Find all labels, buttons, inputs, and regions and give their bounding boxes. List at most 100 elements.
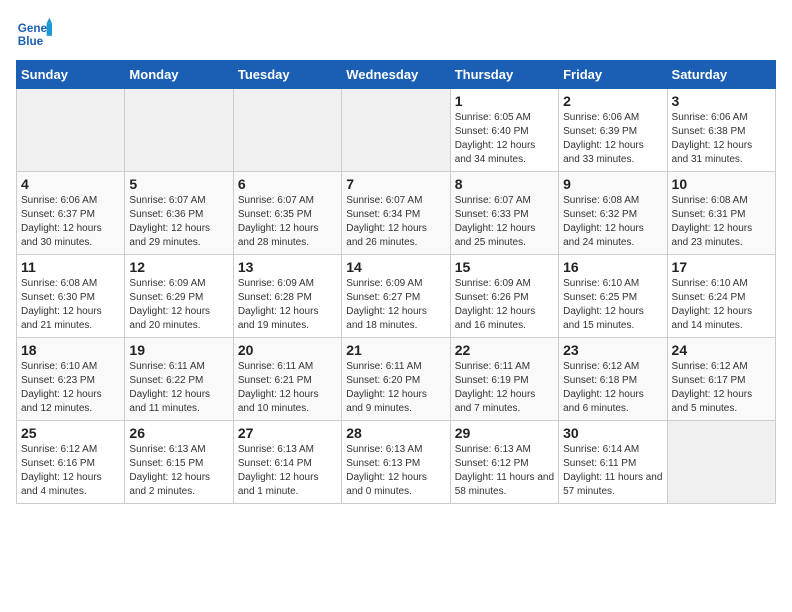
day-info: Sunrise: 6:12 AMSunset: 6:16 PMDaylight:… (21, 443, 120, 499)
calendar-cell (233, 89, 341, 172)
calendar-cell: 29 Sunrise: 6:13 AMSunset: 6:12 PMDayligh… (450, 421, 558, 504)
day-info: Sunrise: 6:13 AMSunset: 6:12 PMDaylight:… (455, 443, 554, 499)
day-number: 22 (455, 342, 554, 358)
day-number: 24 (672, 342, 771, 358)
day-info: Sunrise: 6:11 AMSunset: 6:22 PMDaylight:… (129, 360, 228, 416)
day-info: Sunrise: 6:06 AMSunset: 6:38 PMDaylight:… (672, 111, 771, 167)
calendar-cell: 18 Sunrise: 6:10 AMSunset: 6:23 PMDayligh… (17, 338, 125, 421)
day-number: 4 (21, 176, 120, 192)
day-info: Sunrise: 6:06 AMSunset: 6:39 PMDaylight:… (563, 111, 662, 167)
day-number: 2 (563, 93, 662, 109)
calendar-cell: 26 Sunrise: 6:13 AMSunset: 6:15 PMDayligh… (125, 421, 233, 504)
day-number: 27 (238, 425, 337, 441)
calendar-cell (125, 89, 233, 172)
logo: General Blue (16, 16, 52, 52)
day-number: 12 (129, 259, 228, 275)
day-info: Sunrise: 6:06 AMSunset: 6:37 PMDaylight:… (21, 194, 120, 250)
calendar-cell: 15Sunrise: 6:09 AMSunset: 6:26 PMDayligh… (450, 255, 558, 338)
calendar-cell: 10 Sunrise: 6:08 AMSunset: 6:31 PMDayligh… (667, 172, 775, 255)
calendar-week-row: 4 Sunrise: 6:06 AMSunset: 6:37 PMDaylight… (17, 172, 776, 255)
calendar-cell: 1Sunrise: 6:05 AMSunset: 6:40 PMDaylight… (450, 89, 558, 172)
day-number: 13 (238, 259, 337, 275)
weekday-header-sunday: Sunday (17, 61, 125, 89)
calendar-cell: 19 Sunrise: 6:11 AMSunset: 6:22 PMDayligh… (125, 338, 233, 421)
day-number: 26 (129, 425, 228, 441)
logo-icon: General Blue (16, 16, 52, 52)
weekday-header-wednesday: Wednesday (342, 61, 450, 89)
calendar-week-row: 1Sunrise: 6:05 AMSunset: 6:40 PMDaylight… (17, 89, 776, 172)
calendar-cell: 2 Sunrise: 6:06 AMSunset: 6:39 PMDaylight… (559, 89, 667, 172)
day-info: Sunrise: 6:08 AMSunset: 6:31 PMDaylight:… (672, 194, 771, 250)
calendar-cell: 28 Sunrise: 6:13 AMSunset: 6:13 PMDayligh… (342, 421, 450, 504)
day-number: 9 (563, 176, 662, 192)
day-info: Sunrise: 6:07 AMSunset: 6:35 PMDaylight:… (238, 194, 337, 250)
day-info: Sunrise: 6:09 AMSunset: 6:27 PMDaylight:… (346, 277, 445, 333)
day-number: 30 (563, 425, 662, 441)
day-number: 29 (455, 425, 554, 441)
calendar-week-row: 11 Sunrise: 6:08 AMSunset: 6:30 PMDayligh… (17, 255, 776, 338)
calendar-cell: 24 Sunrise: 6:12 AMSunset: 6:17 PMDayligh… (667, 338, 775, 421)
calendar-cell: 4 Sunrise: 6:06 AMSunset: 6:37 PMDaylight… (17, 172, 125, 255)
day-number: 14 (346, 259, 445, 275)
calendar-cell (342, 89, 450, 172)
calendar-week-row: 18 Sunrise: 6:10 AMSunset: 6:23 PMDayligh… (17, 338, 776, 421)
day-info: Sunrise: 6:11 AMSunset: 6:21 PMDaylight:… (238, 360, 337, 416)
weekday-header-thursday: Thursday (450, 61, 558, 89)
day-number: 10 (672, 176, 771, 192)
calendar-cell: 9 Sunrise: 6:08 AMSunset: 6:32 PMDaylight… (559, 172, 667, 255)
day-info: Sunrise: 6:14 AMSunset: 6:11 PMDaylight:… (563, 443, 662, 499)
calendar-cell: 17 Sunrise: 6:10 AMSunset: 6:24 PMDayligh… (667, 255, 775, 338)
day-info: Sunrise: 6:08 AMSunset: 6:32 PMDaylight:… (563, 194, 662, 250)
day-number: 1 (455, 93, 554, 109)
calendar-cell: 12Sunrise: 6:09 AMSunset: 6:29 PMDayligh… (125, 255, 233, 338)
weekday-header-friday: Friday (559, 61, 667, 89)
day-info: Sunrise: 6:09 AMSunset: 6:26 PMDaylight:… (455, 277, 554, 333)
calendar-cell: 21 Sunrise: 6:11 AMSunset: 6:20 PMDayligh… (342, 338, 450, 421)
calendar-cell: 30 Sunrise: 6:14 AMSunset: 6:11 PMDayligh… (559, 421, 667, 504)
day-number: 25 (21, 425, 120, 441)
day-info: Sunrise: 6:09 AMSunset: 6:28 PMDaylight:… (238, 277, 337, 333)
day-number: 3 (672, 93, 771, 109)
calendar-cell: 5 Sunrise: 6:07 AMSunset: 6:36 PMDaylight… (125, 172, 233, 255)
day-number: 11 (21, 259, 120, 275)
day-info: Sunrise: 6:07 AMSunset: 6:36 PMDaylight:… (129, 194, 228, 250)
day-number: 21 (346, 342, 445, 358)
day-number: 5 (129, 176, 228, 192)
day-info: Sunrise: 6:10 AMSunset: 6:24 PMDaylight:… (672, 277, 771, 333)
calendar-week-row: 25 Sunrise: 6:12 AMSunset: 6:16 PMDayligh… (17, 421, 776, 504)
day-info: Sunrise: 6:12 AMSunset: 6:17 PMDaylight:… (672, 360, 771, 416)
day-info: Sunrise: 6:11 AMSunset: 6:20 PMDaylight:… (346, 360, 445, 416)
weekday-header-saturday: Saturday (667, 61, 775, 89)
calendar-cell: 13 Sunrise: 6:09 AMSunset: 6:28 PMDayligh… (233, 255, 341, 338)
weekday-header-monday: Monday (125, 61, 233, 89)
calendar-cell: 23Sunrise: 6:12 AMSunset: 6:18 PMDayligh… (559, 338, 667, 421)
calendar-cell: 14 Sunrise: 6:09 AMSunset: 6:27 PMDayligh… (342, 255, 450, 338)
day-number: 17 (672, 259, 771, 275)
day-info: Sunrise: 6:10 AMSunset: 6:25 PMDaylight:… (563, 277, 662, 333)
calendar-cell: 3 Sunrise: 6:06 AMSunset: 6:38 PMDaylight… (667, 89, 775, 172)
calendar-cell: 22 Sunrise: 6:11 AMSunset: 6:19 PMDayligh… (450, 338, 558, 421)
day-info: Sunrise: 6:08 AMSunset: 6:30 PMDaylight:… (21, 277, 120, 333)
day-number: 7 (346, 176, 445, 192)
calendar-cell (667, 421, 775, 504)
header: General Blue (16, 16, 776, 52)
day-info: Sunrise: 6:10 AMSunset: 6:23 PMDaylight:… (21, 360, 120, 416)
day-info: Sunrise: 6:11 AMSunset: 6:19 PMDaylight:… (455, 360, 554, 416)
day-number: 20 (238, 342, 337, 358)
day-number: 18 (21, 342, 120, 358)
svg-text:Blue: Blue (18, 35, 44, 48)
day-info: Sunrise: 6:13 AMSunset: 6:15 PMDaylight:… (129, 443, 228, 499)
day-info: Sunrise: 6:12 AMSunset: 6:18 PMDaylight:… (563, 360, 662, 416)
calendar-cell: 16 Sunrise: 6:10 AMSunset: 6:25 PMDayligh… (559, 255, 667, 338)
calendar-cell: 25 Sunrise: 6:12 AMSunset: 6:16 PMDayligh… (17, 421, 125, 504)
day-number: 6 (238, 176, 337, 192)
calendar-cell: 7 Sunrise: 6:07 AMSunset: 6:34 PMDaylight… (342, 172, 450, 255)
day-info: Sunrise: 6:13 AMSunset: 6:13 PMDaylight:… (346, 443, 445, 499)
day-number: 16 (563, 259, 662, 275)
calendar-cell: 11 Sunrise: 6:08 AMSunset: 6:30 PMDayligh… (17, 255, 125, 338)
day-number: 19 (129, 342, 228, 358)
day-number: 28 (346, 425, 445, 441)
day-info: Sunrise: 6:07 AMSunset: 6:34 PMDaylight:… (346, 194, 445, 250)
day-info: Sunrise: 6:07 AMSunset: 6:33 PMDaylight:… (455, 194, 554, 250)
calendar-cell (17, 89, 125, 172)
